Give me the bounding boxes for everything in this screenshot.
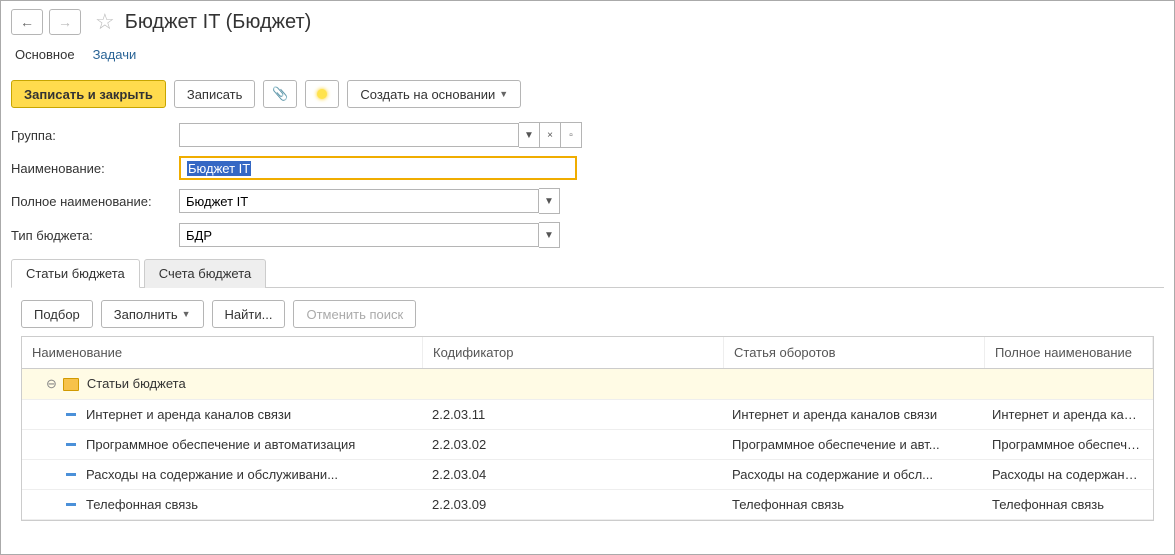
item-icon bbox=[66, 443, 76, 446]
table-row[interactable]: Программное обеспечение и автоматизация … bbox=[22, 430, 1153, 460]
grid-toolbar: Подбор Заполнить▼ Найти... Отменить поис… bbox=[11, 300, 1164, 328]
group-open-button[interactable]: ▫ bbox=[561, 122, 582, 148]
cancel-find-button[interactable]: Отменить поиск bbox=[293, 300, 416, 328]
detail-tabs: Статьи бюджета Счета бюджета bbox=[11, 258, 1164, 288]
group-input[interactable] bbox=[179, 123, 519, 147]
find-button[interactable]: Найти... bbox=[212, 300, 286, 328]
paperclip-icon: 📎 bbox=[272, 86, 288, 102]
tab-tasks[interactable]: Задачи bbox=[93, 43, 137, 66]
tree-root-row[interactable]: ⊖Статьи бюджета bbox=[22, 369, 1153, 400]
lightbulb-icon bbox=[317, 89, 327, 99]
col-fullname[interactable]: Полное наименование bbox=[985, 337, 1153, 368]
col-turnover[interactable]: Статья оборотов bbox=[724, 337, 985, 368]
budget-items-grid: Наименование Кодификатор Статья оборотов… bbox=[21, 336, 1154, 521]
fill-button[interactable]: Заполнить▼ bbox=[101, 300, 204, 328]
page-title: Бюджет IT (Бюджет) bbox=[125, 11, 312, 34]
tab-budget-accounts[interactable]: Счета бюджета bbox=[144, 259, 267, 288]
table-row[interactable]: Телефонная связь 2.2.03.09 Телефонная св… bbox=[22, 490, 1153, 520]
create-based-on-button[interactable]: Создать на основании▼ bbox=[347, 80, 521, 108]
name-input[interactable]: Бюджет IT bbox=[179, 156, 577, 180]
favorite-star-icon[interactable]: ☆ bbox=[95, 9, 115, 35]
save-button[interactable]: Записать bbox=[174, 80, 256, 108]
fullname-input[interactable] bbox=[179, 189, 539, 213]
group-clear-button[interactable]: × bbox=[540, 122, 561, 148]
fullname-label: Полное наименование: bbox=[11, 194, 179, 209]
nav-forward-button[interactable]: → bbox=[49, 9, 81, 35]
name-label: Наименование: bbox=[11, 161, 179, 176]
command-bar: Записать и закрыть Записать 📎 Создать на… bbox=[11, 80, 1164, 108]
table-row[interactable]: Интернет и аренда каналов связи 2.2.03.1… bbox=[22, 400, 1153, 430]
table-row[interactable]: Расходы на содержание и обслуживани... 2… bbox=[22, 460, 1153, 490]
type-dropdown-button[interactable]: ▼ bbox=[539, 222, 560, 248]
type-input[interactable] bbox=[179, 223, 539, 247]
group-dropdown-button[interactable]: ▼ bbox=[519, 122, 540, 148]
col-name[interactable]: Наименование bbox=[22, 337, 423, 368]
tab-main[interactable]: Основное bbox=[15, 43, 75, 66]
save-and-close-button[interactable]: Записать и закрыть bbox=[11, 80, 166, 108]
pick-button[interactable]: Подбор bbox=[21, 300, 93, 328]
hint-button[interactable] bbox=[305, 80, 339, 108]
nav-back-button[interactable]: ← bbox=[11, 9, 43, 35]
item-icon bbox=[66, 413, 76, 416]
collapse-icon[interactable]: ⊖ bbox=[46, 376, 57, 391]
type-label: Тип бюджета: bbox=[11, 228, 179, 243]
col-code[interactable]: Кодификатор bbox=[423, 337, 724, 368]
group-label: Группа: bbox=[11, 128, 179, 143]
grid-header: Наименование Кодификатор Статья оборотов… bbox=[22, 337, 1153, 369]
fullname-dropdown-button[interactable]: ▼ bbox=[539, 188, 560, 214]
chevron-down-icon: ▼ bbox=[499, 89, 508, 99]
folder-icon bbox=[63, 378, 79, 391]
item-icon bbox=[66, 473, 76, 476]
chevron-down-icon: ▼ bbox=[182, 309, 191, 319]
attach-button[interactable]: 📎 bbox=[263, 80, 297, 108]
main-tabs: Основное Задачи bbox=[11, 43, 1164, 66]
item-icon bbox=[66, 503, 76, 506]
tab-budget-items[interactable]: Статьи бюджета bbox=[11, 259, 140, 288]
